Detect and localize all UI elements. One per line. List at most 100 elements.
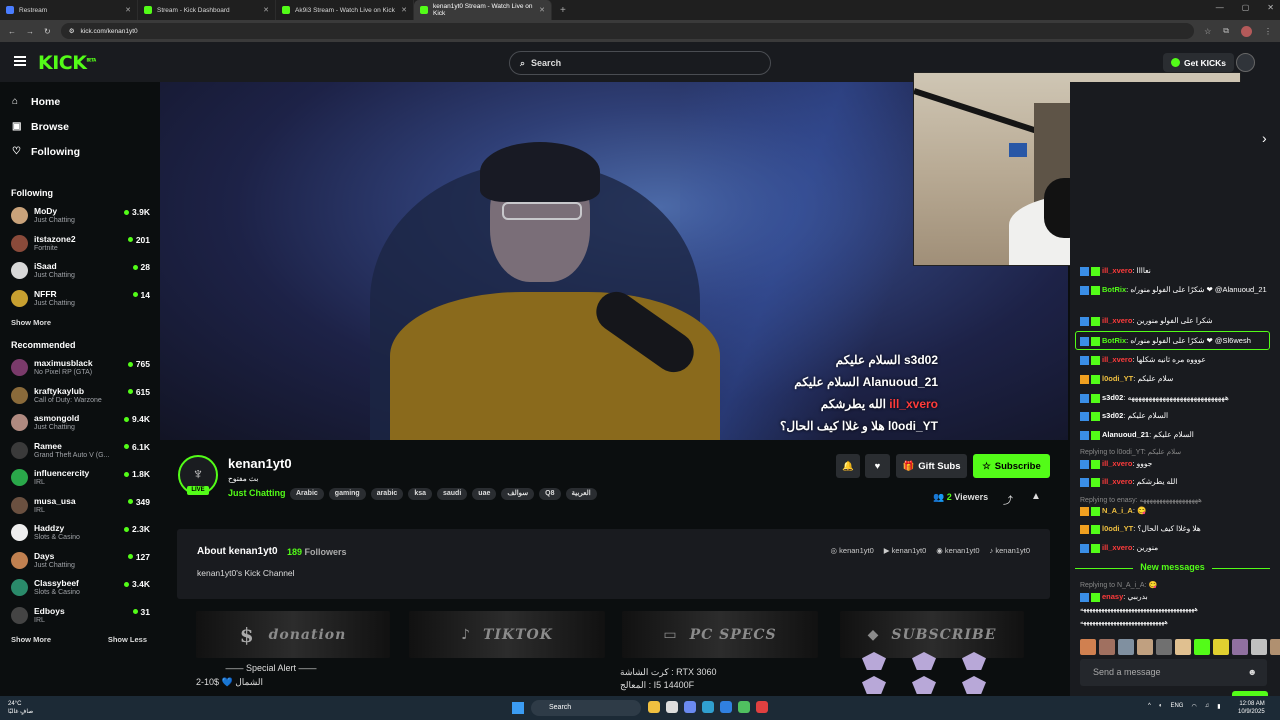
- tag-chip[interactable]: saudi: [437, 488, 468, 500]
- channel-row[interactable]: Ramee Grand Theft Auto V (G... 6.1K: [0, 437, 158, 465]
- sidebar-item-home[interactable]: ⌂ Home: [0, 89, 158, 114]
- channel-row[interactable]: kraftykaylub Call of Duty: Warzone 615: [0, 382, 158, 410]
- language-indicator[interactable]: ENG: [1170, 703, 1183, 710]
- wifi-icon[interactable]: ◠: [1191, 703, 1196, 710]
- emote-icon[interactable]: [1099, 639, 1115, 655]
- windows-start-icon[interactable]: [512, 702, 524, 714]
- chat-username[interactable]: BotRix: [1102, 336, 1126, 345]
- tray-app-icon[interactable]: ◐: [1159, 703, 1163, 710]
- pc-specs-panel[interactable]: ▭ PC SPECS: [622, 611, 818, 658]
- chrome-icon[interactable]: [756, 701, 768, 713]
- channel-row[interactable]: Classybeef Slots & Casino 3.4K: [0, 574, 158, 602]
- channel-name[interactable]: kenan1yt0: [228, 456, 292, 471]
- follow-heart-button[interactable]: ♥: [865, 454, 890, 478]
- emote-icon[interactable]: [1232, 639, 1248, 655]
- instagram-link[interactable]: ◎ kenan1yt0: [831, 546, 874, 555]
- emote-icon[interactable]: [1251, 639, 1267, 655]
- reply-indicator[interactable]: Replying to l0odi_YT: سلام عليكم: [1080, 448, 1181, 456]
- user-avatar[interactable]: [1236, 53, 1255, 72]
- close-tab-icon[interactable]: ✕: [539, 6, 545, 14]
- chat-username[interactable]: ill_xvero: [1102, 266, 1132, 275]
- tiktok-link[interactable]: ♪ kenan1yt0: [990, 546, 1030, 555]
- sidebar-item-browse[interactable]: ▣ Browse: [0, 114, 158, 139]
- browser-tab[interactable]: Restream ✕: [0, 0, 138, 20]
- tag-chip[interactable]: arabic: [370, 488, 404, 500]
- chat-username[interactable]: l0odi_YT: [1102, 524, 1133, 533]
- channel-row[interactable]: influencercity IRL 1.8K: [0, 464, 158, 492]
- subscribe-button[interactable]: ☆ Subscribe: [973, 454, 1050, 478]
- taskbar-search[interactable]: Search: [531, 700, 641, 716]
- hamburger-menu-icon[interactable]: [14, 56, 26, 66]
- emote-icon[interactable]: [1194, 639, 1210, 655]
- emote-icon[interactable]: [1175, 639, 1191, 655]
- reply-indicator[interactable]: Replying to N_A_i_A: 😋: [1080, 581, 1157, 589]
- browser-tab[interactable]: Ak9i3 Stream - Watch Live on Kick ✕: [276, 0, 414, 20]
- reload-icon[interactable]: ↻: [44, 27, 51, 36]
- copilot-icon[interactable]: [684, 701, 696, 713]
- youtube-link[interactable]: ▶ kenan1yt0: [884, 546, 926, 555]
- taskbar-clock[interactable]: 12:08 AM 10/9/2025: [1238, 700, 1265, 716]
- maximize-icon[interactable]: ▢: [1242, 3, 1250, 12]
- emoji-picker-icon[interactable]: ☻: [1248, 659, 1257, 686]
- url-field[interactable]: ⚙ kick.com/kenan1yt0: [60, 23, 1195, 39]
- close-tab-icon[interactable]: ✕: [401, 6, 407, 14]
- extensions-icon[interactable]: ⧉: [1223, 26, 1229, 36]
- chat-username[interactable]: ill_xvero: [1102, 477, 1132, 486]
- tag-chip[interactable]: العربية: [565, 488, 597, 500]
- channel-row[interactable]: iSaad Just Chatting 28: [0, 257, 158, 285]
- weather-widget[interactable]: 24°C صافٍ غالبًا: [8, 700, 33, 716]
- chat-username[interactable]: enasy: [1102, 592, 1123, 601]
- reply-indicator[interactable]: Replying to enasy: ههههههههههههههههههه: [1080, 496, 1202, 504]
- chat-username[interactable]: ill_xvero: [1102, 316, 1132, 325]
- report-icon[interactable]: ▲: [1031, 491, 1041, 502]
- chat-username[interactable]: ill_xvero: [1102, 459, 1132, 468]
- chat-username[interactable]: ill_xvero: [1102, 543, 1132, 552]
- close-tab-icon[interactable]: ✕: [125, 6, 131, 14]
- volume-icon[interactable]: ♫: [1205, 703, 1210, 710]
- task-view-icon[interactable]: [666, 701, 678, 713]
- sidebar-item-following[interactable]: ♡ Following: [0, 139, 158, 164]
- emote-icon[interactable]: [1080, 639, 1096, 655]
- channel-row[interactable]: Days Just Chatting 127: [0, 547, 158, 575]
- kick-logo[interactable]: KICKBETA: [38, 52, 96, 74]
- new-messages-divider[interactable]: New messages: [1075, 562, 1270, 574]
- emote-icon[interactable]: [1137, 639, 1153, 655]
- mail-icon[interactable]: [720, 701, 732, 713]
- app-icon[interactable]: [738, 701, 750, 713]
- chat-username[interactable]: l0odi_YT: [1102, 374, 1133, 383]
- channel-row[interactable]: asmongold Just Chatting 9.4K: [0, 409, 158, 437]
- gift-subs-button[interactable]: 🎁 Gift Subs: [896, 454, 967, 478]
- channel-row[interactable]: MoDy Just Chatting 3.9K: [0, 202, 158, 230]
- channel-row[interactable]: Edboys IRL 31: [0, 602, 158, 630]
- chat-message-input[interactable]: Send a message ☻: [1080, 659, 1267, 686]
- emote-icon[interactable]: [1213, 639, 1229, 655]
- emote-icon[interactable]: [1156, 639, 1172, 655]
- show-less-button[interactable]: Show Less: [108, 629, 147, 651]
- close-tab-icon[interactable]: ✕: [263, 6, 269, 14]
- bookmark-star-icon[interactable]: ☆: [1204, 27, 1211, 36]
- back-icon[interactable]: ←: [8, 27, 16, 36]
- chat-username[interactable]: ill_xvero: [1102, 355, 1132, 364]
- tag-chip[interactable]: Arabic: [290, 488, 324, 500]
- new-tab-icon[interactable]: +: [552, 5, 566, 16]
- emote-icon[interactable]: [1270, 639, 1280, 655]
- get-kicks-button[interactable]: Get KICKs: [1163, 53, 1235, 72]
- channel-row[interactable]: NFFR Just Chatting 14: [0, 285, 158, 313]
- share-icon[interactable]: ⤴: [1003, 492, 1013, 507]
- channel-row[interactable]: musa_usa IRL 349: [0, 492, 158, 520]
- minimize-icon[interactable]: —: [1216, 3, 1224, 12]
- browser-profile-avatar[interactable]: [1241, 25, 1252, 37]
- channel-row[interactable]: maximusblack No Pixel RP (GTA) 765: [0, 354, 158, 382]
- tag-chip[interactable]: Q8: [539, 488, 561, 500]
- battery-icon[interactable]: ▮: [1217, 703, 1220, 710]
- chat-username[interactable]: s3d02: [1102, 411, 1123, 420]
- donation-panel[interactable]: $ donation: [196, 611, 390, 658]
- site-info-icon[interactable]: ⚙: [69, 27, 75, 35]
- browser-tab[interactable]: Stream - Kick Dashboard ✕: [138, 0, 276, 20]
- chevron-right-icon[interactable]: ›: [1262, 130, 1267, 146]
- tiktok-panel[interactable]: ♪ TIKTOK: [409, 611, 605, 658]
- edge-icon[interactable]: [702, 701, 714, 713]
- emote-icon[interactable]: [1118, 639, 1134, 655]
- tray-chevron-icon[interactable]: ^: [1148, 703, 1151, 710]
- tag-chip[interactable]: ksa: [408, 488, 432, 500]
